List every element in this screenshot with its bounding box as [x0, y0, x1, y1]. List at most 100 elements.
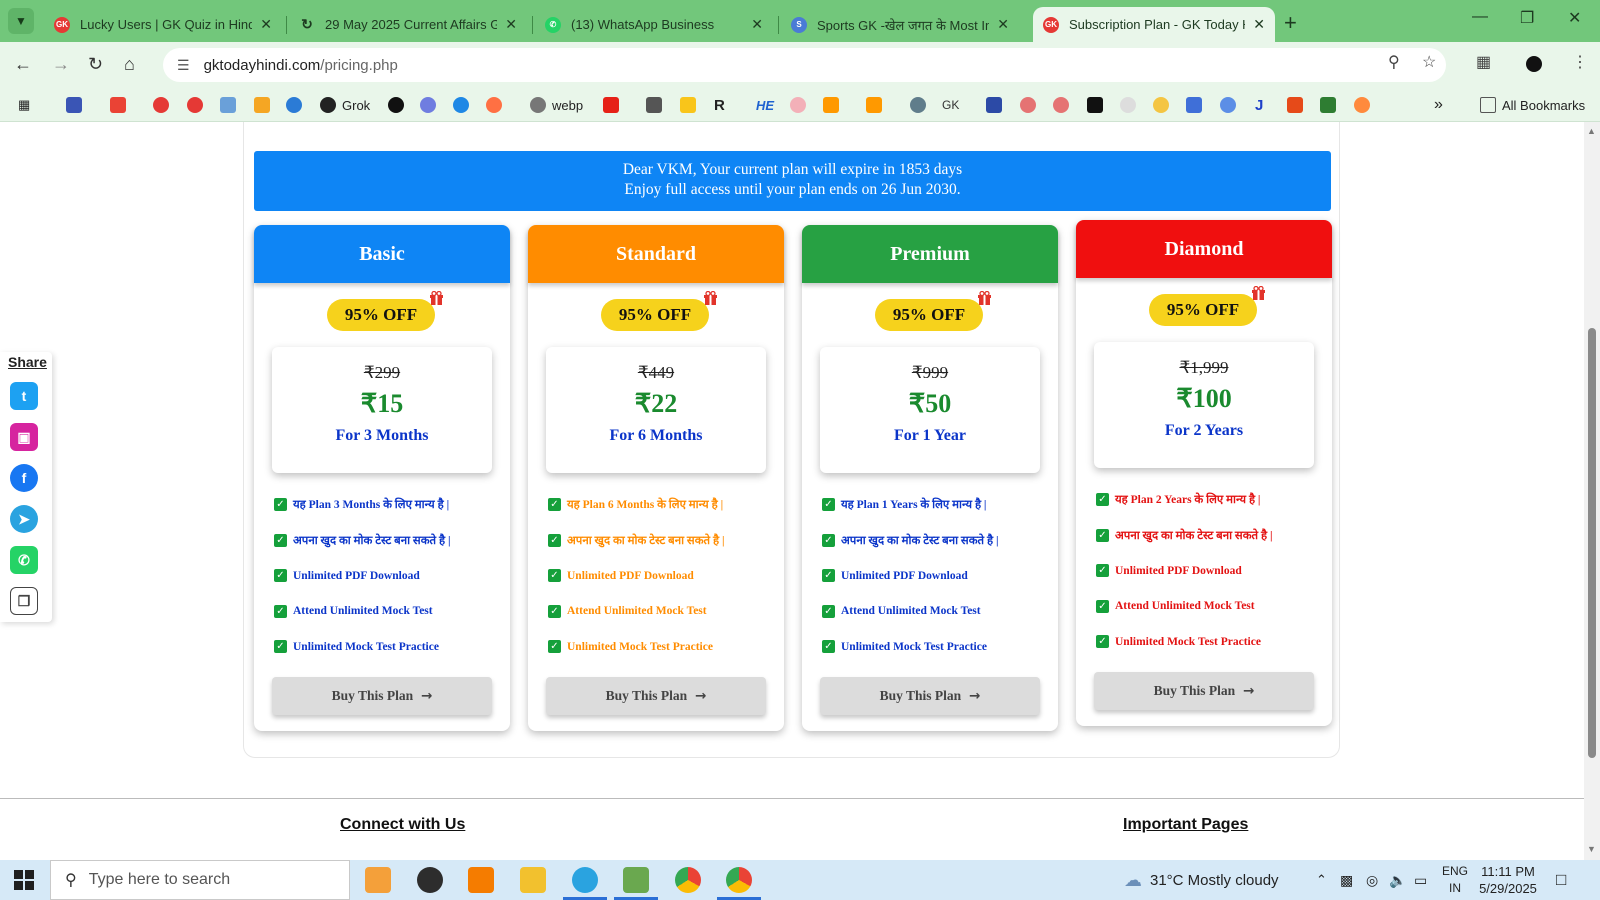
bookmark-26[interactable] — [1053, 96, 1069, 114]
bookmark-3[interactable] — [153, 96, 169, 114]
taskbar-app-1[interactable] — [365, 867, 391, 893]
bookmark-grok[interactable]: Grok — [320, 96, 370, 114]
bookmark-favicon-icon — [1354, 97, 1370, 113]
apps-grid-icon[interactable]: ▦ — [18, 96, 30, 114]
bookmark-33[interactable] — [1287, 96, 1303, 114]
bookmark-31[interactable] — [1220, 96, 1236, 114]
bookmark-j-icon[interactable]: J — [1255, 96, 1263, 114]
extensions-icon[interactable]: ▦ — [1476, 52, 1491, 72]
zoom-icon[interactable]: ⚲ — [1388, 52, 1400, 72]
bookmark-16[interactable] — [680, 96, 696, 114]
bookmark-5[interactable] — [220, 96, 236, 114]
all-bookmarks-button[interactable]: All Bookmarks — [1480, 96, 1585, 114]
meet-icon[interactable]: ◎ — [1366, 860, 1378, 900]
restore-icon[interactable]: ❐ — [1520, 8, 1534, 28]
facebook-icon[interactable]: f — [10, 464, 38, 492]
docs-icon — [1186, 97, 1202, 113]
copy-link-icon[interactable]: ❐ — [10, 587, 38, 615]
windows-start-icon[interactable] — [14, 870, 34, 890]
instagram-icon[interactable]: ▣ — [10, 423, 38, 451]
taskbar-app-6[interactable] — [623, 867, 649, 893]
bookmark-30[interactable] — [1186, 96, 1202, 114]
whatsapp-share-icon[interactable]: ✆ — [10, 546, 38, 574]
buy-plan-button[interactable]: Buy This Plan → — [546, 677, 766, 715]
bookmark-15[interactable] — [646, 96, 662, 114]
bookmark-7[interactable] — [286, 96, 302, 114]
bookmark-24[interactable] — [986, 96, 1002, 114]
minimize-icon[interactable]: — — [1472, 8, 1488, 26]
region-code: IN — [1449, 881, 1461, 895]
tab-current-affairs[interactable]: ↻ 29 May 2025 Current Affairs GK ✕ — [289, 7, 527, 42]
back-arrow-icon[interactable]: ← — [14, 54, 32, 75]
bookmark-r[interactable]: R — [714, 96, 725, 114]
close-icon[interactable]: ✕ — [1253, 16, 1265, 33]
tab-search-button[interactable]: ▼ — [8, 8, 34, 34]
bookmark-amazon[interactable] — [823, 96, 839, 114]
bookmark-12[interactable] — [486, 96, 502, 114]
taskbar-search[interactable]: ⚲ Type here to search — [50, 860, 350, 900]
bookmark-he[interactable]: HE — [756, 96, 774, 114]
bookmark-gmail[interactable] — [110, 96, 126, 114]
taskbar-obs-icon[interactable] — [417, 867, 443, 893]
menu-dots-icon[interactable]: ⋮ — [1572, 52, 1588, 72]
bookmark-25[interactable] — [1020, 96, 1036, 114]
bookmark-11[interactable] — [453, 96, 469, 114]
telegram-icon[interactable]: ➤ — [10, 505, 38, 533]
bookmark-28[interactable] — [1120, 96, 1136, 114]
twitter-icon[interactable]: t — [10, 382, 38, 410]
language-indicator[interactable]: ENG IN — [1442, 863, 1468, 897]
bookmark-4[interactable] — [187, 96, 203, 114]
site-settings-icon[interactable]: ☰ — [177, 57, 190, 74]
bookmark-amazon-2[interactable] — [866, 96, 882, 114]
taskbar-file-explorer-icon[interactable] — [520, 867, 546, 893]
taskbar-chrome-icon[interactable] — [675, 867, 701, 893]
scroll-down-arrow-icon[interactable]: ▼ — [1587, 844, 1596, 854]
reload-icon[interactable]: ↻ — [88, 54, 103, 75]
bookmark-35[interactable] — [1354, 96, 1370, 114]
tab-subscription-plan[interactable]: GK Subscription Plan - GK Today Hi ✕ — [1033, 7, 1275, 42]
home-icon[interactable]: ⌂ — [124, 54, 135, 75]
profile-avatar[interactable] — [1526, 56, 1542, 72]
tray-chevron-icon[interactable]: ⌃ — [1316, 860, 1327, 900]
close-icon[interactable]: ✕ — [505, 16, 517, 33]
bookmarks-overflow-chevron-icon[interactable]: » — [1434, 96, 1443, 114]
page-scrollbar[interactable]: ▲ ▼ — [1584, 122, 1600, 860]
bookmark-19[interactable] — [790, 96, 806, 114]
window-close-icon[interactable]: ✕ — [1568, 8, 1581, 28]
bookmark-1[interactable] — [66, 96, 82, 114]
forward-arrow-icon[interactable]: → — [52, 54, 70, 75]
tab-whatsapp[interactable]: ✆ (13) WhatsApp Business ✕ — [535, 7, 773, 42]
scroll-up-arrow-icon[interactable]: ▲ — [1587, 126, 1596, 136]
bookmark-youtube[interactable] — [603, 96, 619, 114]
buy-plan-button[interactable]: Buy This Plan → — [820, 677, 1040, 715]
new-tab-plus-icon[interactable]: + — [1284, 10, 1297, 36]
tab-sports-gk[interactable]: S Sports GK -खेल जगत के Most Im ✕ — [781, 7, 1019, 42]
taskbar-telegram-icon[interactable] — [572, 867, 598, 893]
bookmark-6[interactable] — [254, 96, 270, 114]
volume-icon[interactable]: 🔈 — [1389, 860, 1406, 900]
bookmark-27[interactable] — [1087, 96, 1103, 114]
taskbar-chrome-profile-icon[interactable] — [726, 867, 752, 893]
bookmark-34[interactable] — [1320, 96, 1336, 114]
bookmark-22[interactable] — [910, 96, 926, 114]
scrollbar-thumb[interactable] — [1588, 328, 1596, 758]
system-clock[interactable]: 11:11 PM 5/29/2025 — [1472, 863, 1544, 897]
weather-widget[interactable]: ☁ 31°C Mostly cloudy — [1124, 860, 1279, 900]
bookmark-29[interactable] — [1153, 96, 1169, 114]
network-icon[interactable]: ▩ — [1340, 860, 1353, 900]
close-icon[interactable]: ✕ — [997, 16, 1009, 33]
star-bookmark-icon[interactable]: ☆ — [1422, 52, 1436, 72]
bookmark-10[interactable] — [420, 96, 436, 114]
bookmark-9[interactable] — [388, 96, 404, 114]
close-icon[interactable]: ✕ — [260, 16, 272, 33]
bookmark-webp[interactable]: webp — [530, 96, 583, 114]
bookmark-gk[interactable]: GK — [942, 96, 959, 114]
battery-icon[interactable]: ▭ — [1414, 860, 1427, 900]
address-bar[interactable]: ☰ gktodayhindi.com/pricing.php — [163, 48, 1446, 82]
notifications-icon[interactable]: □ — [1556, 860, 1566, 900]
buy-plan-button[interactable]: Buy This Plan → — [1094, 672, 1314, 710]
tab-lucky-users[interactable]: GK Lucky Users | GK Quiz in Hindi ✕ — [44, 7, 282, 42]
close-icon[interactable]: ✕ — [751, 16, 763, 33]
taskbar-sublime-icon[interactable] — [468, 867, 494, 893]
buy-plan-button[interactable]: Buy This Plan → — [272, 677, 492, 715]
